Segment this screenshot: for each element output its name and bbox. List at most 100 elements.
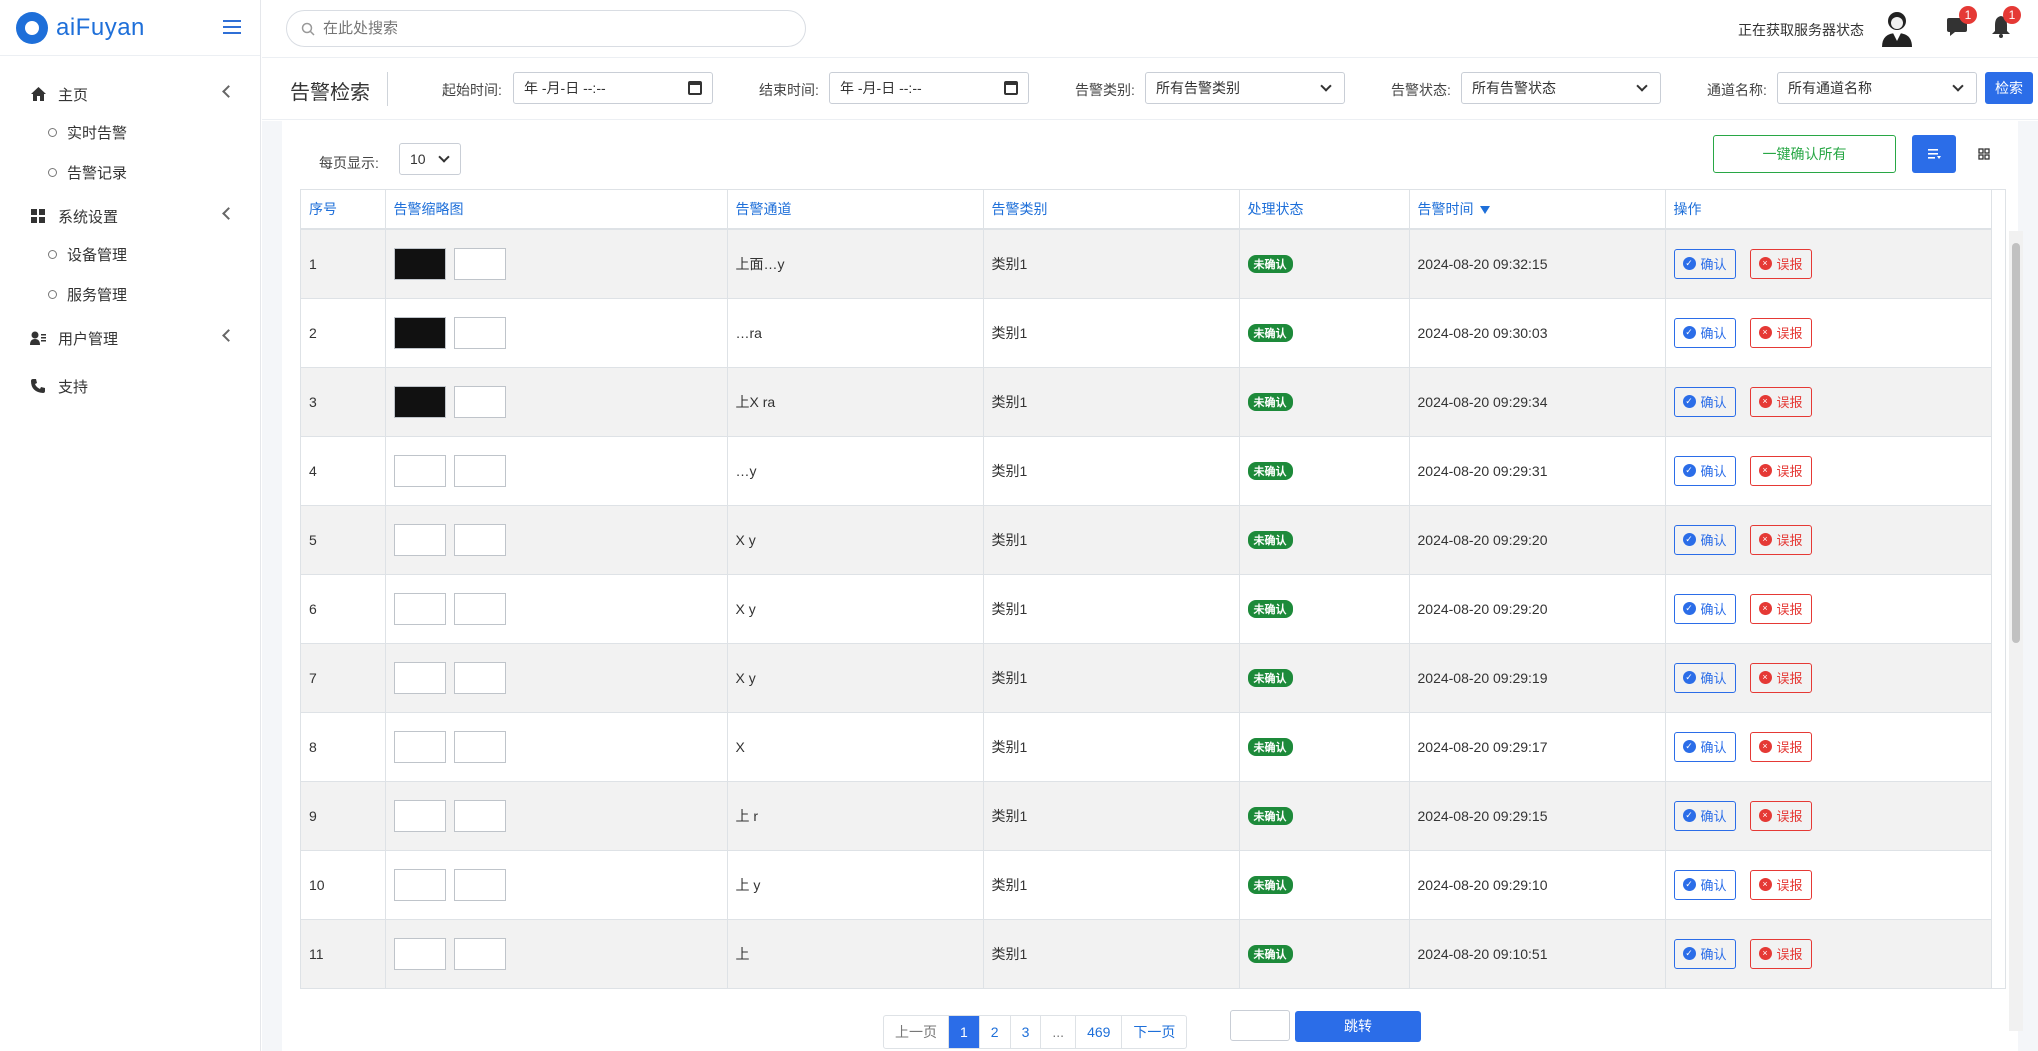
status-select[interactable]: 所有告警状态: [1461, 72, 1661, 104]
nav-item-service-management[interactable]: 服务管理: [0, 274, 260, 314]
category-select[interactable]: 所有告警类别: [1145, 72, 1345, 104]
calendar-icon[interactable]: [1004, 81, 1018, 95]
grid-view-button[interactable]: [1962, 135, 2006, 173]
col-status[interactable]: 处理状态: [1239, 190, 1410, 230]
alarm-thumbnail[interactable]: [393, 799, 446, 832]
x-circle-icon: ×: [1758, 395, 1772, 408]
menu-toggle-icon[interactable]: [223, 20, 241, 34]
confirm-all-button[interactable]: 一键确认所有: [1713, 135, 1896, 173]
alarm-thumbnail[interactable]: [453, 385, 506, 418]
false-alarm-button[interactable]: × 误报: [1749, 455, 1812, 486]
alarm-thumbnail[interactable]: [393, 868, 446, 901]
per-page-select[interactable]: 10: [399, 143, 461, 175]
page-last-button[interactable]: 469: [1076, 1016, 1123, 1048]
start-time-input[interactable]: 年 -月-日 --:--: [513, 72, 713, 104]
bell-icon[interactable]: 1: [1991, 6, 2021, 38]
col-time[interactable]: 告警时间: [1409, 190, 1666, 230]
alarm-thumbnail[interactable]: [453, 523, 506, 556]
alarm-thumbnail[interactable]: [393, 385, 446, 418]
alarm-thumbnail[interactable]: [453, 661, 506, 694]
false-alarm-button[interactable]: × 误报: [1749, 869, 1812, 900]
alarm-thumbnail[interactable]: [393, 454, 446, 487]
nav-item-support[interactable]: 支持: [0, 368, 260, 404]
alarm-thumbnail[interactable]: [393, 592, 446, 625]
confirm-button[interactable]: ✓ 确认: [1673, 800, 1736, 831]
table-row: 6 X y 类别1 未确认 2024-08-20 09:29:20 ✓ 确认 × 误报: [301, 574, 1992, 644]
next-page-button[interactable]: 下一页: [1122, 1016, 1186, 1048]
alarm-thumbnail[interactable]: [453, 868, 506, 901]
circle-icon: [48, 249, 57, 259]
alarm-thumbnail[interactable]: [453, 454, 506, 487]
scroll-thumb[interactable]: [2012, 243, 2020, 643]
alarm-thumbnail[interactable]: [453, 592, 506, 625]
alarm-thumbnail[interactable]: [393, 523, 446, 556]
col-channel[interactable]: 告警通道: [727, 190, 984, 230]
col-thumbnail[interactable]: 告警缩略图: [385, 190, 728, 230]
avatar[interactable]: [1880, 9, 1914, 47]
confirm-button[interactable]: ✓ 确认: [1673, 662, 1736, 693]
alarm-thumbnail[interactable]: [453, 316, 506, 349]
confirm-label: 确认: [1700, 464, 1727, 479]
x-circle-icon: ×: [1758, 257, 1772, 271]
row-index: 1: [301, 229, 386, 299]
nav-item-realtime-alarm[interactable]: 实时告警: [0, 112, 260, 152]
alarm-thumbnail[interactable]: [393, 730, 446, 763]
false-alarm-button[interactable]: × 误报: [1749, 248, 1812, 279]
confirm-button[interactable]: ✓ 确认: [1673, 455, 1736, 486]
end-time-input[interactable]: 年 -月-日 --:--: [829, 72, 1029, 104]
prev-page-button[interactable]: 上一页: [884, 1016, 949, 1048]
confirm-button[interactable]: ✓ 确认: [1673, 731, 1736, 762]
nav-item-user-management[interactable]: 用户管理: [0, 320, 260, 356]
false-alarm-button[interactable]: × 误报: [1749, 593, 1812, 624]
alarm-thumbnail[interactable]: [393, 661, 446, 694]
status-badge: 未确认: [1247, 737, 1293, 756]
row-category: 类别1: [983, 505, 1240, 575]
confirm-button[interactable]: ✓ 确认: [1673, 317, 1736, 348]
alarm-thumbnail[interactable]: [393, 316, 446, 349]
jump-button[interactable]: 跳转: [1295, 1011, 1421, 1042]
alarm-thumbnail[interactable]: [453, 730, 506, 763]
alarm-thumbnail[interactable]: [453, 937, 506, 970]
nav-item-alarm-records[interactable]: 告警记录: [0, 152, 260, 192]
false-alarm-button[interactable]: × 误报: [1749, 800, 1812, 831]
page-title: 告警检索: [290, 82, 370, 104]
row-actions: ✓ 确认 × 误报: [1665, 229, 1992, 299]
false-alarm-button[interactable]: × 误报: [1749, 662, 1812, 693]
false-alarm-button[interactable]: × 误报: [1749, 731, 1812, 762]
confirm-button[interactable]: ✓ 确认: [1673, 386, 1736, 417]
confirm-button[interactable]: ✓ 确认: [1673, 524, 1736, 555]
row-status: 未确认: [1239, 919, 1410, 988]
channel-select[interactable]: 所有通道名称: [1777, 72, 1977, 104]
message-icon[interactable]: 1: [1947, 6, 1977, 36]
calendar-icon[interactable]: [688, 81, 702, 95]
search-box[interactable]: [286, 10, 806, 47]
confirm-button[interactable]: ✓ 确认: [1673, 938, 1736, 969]
nav-label: 服务管理: [67, 286, 128, 304]
false-alarm-button[interactable]: × 误报: [1749, 317, 1812, 348]
scrollbar[interactable]: [2009, 231, 2023, 1031]
search-button[interactable]: 检索: [1985, 72, 2033, 104]
row-thumbnails: [385, 850, 728, 920]
confirm-button[interactable]: ✓ 确认: [1673, 593, 1736, 624]
alarm-thumbnail[interactable]: [453, 247, 506, 280]
false-alarm-button[interactable]: × 误报: [1749, 386, 1812, 417]
jump-page-input[interactable]: [1230, 1010, 1290, 1041]
confirm-button[interactable]: ✓ 确认: [1673, 869, 1736, 900]
confirm-button[interactable]: ✓ 确认: [1673, 248, 1736, 279]
search-input[interactable]: [323, 20, 763, 37]
circle-icon: [48, 127, 57, 137]
page-1-button[interactable]: 1: [949, 1016, 980, 1048]
false-alarm-button[interactable]: × 误报: [1749, 938, 1812, 969]
alarm-thumbnail[interactable]: [453, 799, 506, 832]
nav-item-system-settings[interactable]: 系统设置: [0, 198, 260, 234]
page-3-button[interactable]: 3: [1011, 1016, 1042, 1048]
col-index[interactable]: 序号: [301, 190, 386, 230]
nav-item-device-management[interactable]: 设备管理: [0, 234, 260, 274]
false-alarm-button[interactable]: × 误报: [1749, 524, 1812, 555]
alarm-thumbnail[interactable]: [393, 937, 446, 970]
list-view-button[interactable]: [1912, 135, 1956, 173]
nav-item-home[interactable]: 主页: [0, 76, 260, 112]
col-category[interactable]: 告警类别: [983, 190, 1240, 230]
page-2-button[interactable]: 2: [980, 1016, 1011, 1048]
alarm-thumbnail[interactable]: [393, 247, 446, 280]
